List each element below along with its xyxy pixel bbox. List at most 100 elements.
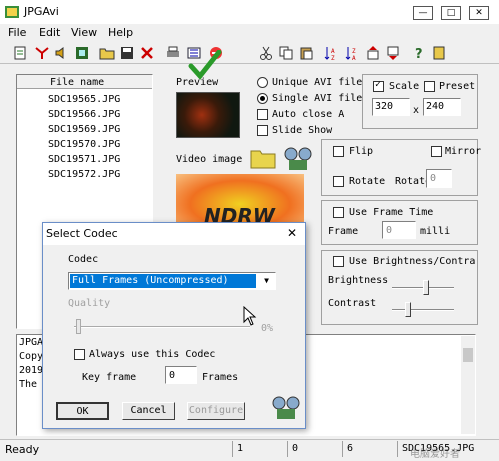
move-up-icon[interactable] (365, 45, 381, 61)
rotate-label: Rotate (349, 176, 386, 187)
log-line: Copy (19, 351, 44, 362)
brightness-group-label: Use Brightness/Contra (349, 256, 476, 267)
file-list-item[interactable]: SDC19569.JPG (48, 124, 148, 139)
film-icon[interactable] (74, 45, 90, 61)
move-down-icon[interactable] (385, 45, 401, 61)
status-value-3: 6 (347, 443, 354, 454)
rotate-checkbox[interactable] (333, 176, 344, 187)
dialog-close-button[interactable]: ✕ (287, 226, 297, 240)
folder-icon[interactable] (250, 147, 276, 169)
frame-time-label: Use Frame Time (349, 207, 434, 218)
scissors-icon[interactable] (258, 45, 274, 61)
svg-text:Z: Z (352, 48, 356, 55)
quality-slider-thumb[interactable] (76, 319, 81, 334)
log-scrollbar-thumb[interactable] (463, 348, 473, 362)
scale-checkbox[interactable]: ✓ (373, 79, 384, 92)
keyframe-input[interactable]: 0 (165, 366, 197, 384)
slide-show-checkbox[interactable] (257, 125, 268, 136)
select-codec-dialog: Select Codec ✕ Codec Full Frames (Uncomp… (42, 222, 306, 429)
print-icon[interactable] (165, 45, 181, 61)
file-list-item[interactable]: SDC19565.JPG (48, 94, 148, 109)
flip-checkbox[interactable] (333, 146, 344, 157)
single-avi-radio[interactable] (257, 93, 268, 104)
mirror-label: Mirror (445, 146, 482, 157)
auto-close-label: Auto close A (272, 109, 345, 120)
cut-marker-icon[interactable] (34, 45, 50, 61)
codec-selected-value[interactable]: Full Frames (Uncompressed) (70, 274, 256, 288)
save-icon[interactable] (119, 45, 135, 61)
chevron-down-icon[interactable]: ▼ (259, 274, 274, 288)
brightness-slider-thumb[interactable] (423, 280, 429, 295)
unique-avi-radio[interactable] (257, 77, 268, 88)
always-use-label: Always use this Codec (89, 349, 216, 360)
scale-height-input[interactable]: 240 (423, 98, 461, 116)
window-title: JPGAvi (24, 5, 59, 18)
unique-avi-label: Unique AVI file (272, 77, 363, 88)
app-icon (5, 6, 19, 18)
close-button[interactable]: ✕ (469, 6, 489, 20)
column-header-filename[interactable]: File name (50, 77, 104, 88)
open-folder-icon[interactable] (99, 45, 115, 61)
minimize-button[interactable]: — (413, 6, 433, 20)
dialog-title: Select Codec (46, 227, 118, 240)
scale-label: Scale (389, 81, 420, 92)
maximize-button[interactable]: □ (441, 6, 461, 20)
contrast-slider-track[interactable] (392, 309, 454, 311)
configure-button[interactable]: Configure (187, 402, 245, 420)
flip-label: Flip (349, 146, 374, 157)
single-avi-label: Single AVI file (272, 93, 363, 104)
menu-file[interactable]: File (8, 26, 26, 39)
frame-time-unit: milli (420, 226, 451, 237)
codec-select[interactable]: Full Frames (Uncompressed) ▼ (68, 272, 276, 290)
frame-time-input[interactable]: 0 (382, 221, 416, 239)
always-use-checkbox[interactable] (74, 349, 85, 360)
auto-close-checkbox[interactable] (257, 109, 268, 120)
cancel-button[interactable]: Cancel (122, 402, 175, 420)
new-icon[interactable] (12, 45, 28, 61)
status-text: Ready (5, 443, 40, 456)
sort-asc-icon[interactable]: AZ (323, 45, 339, 61)
status-value-2: 0 (292, 443, 299, 454)
copy-icon[interactable] (278, 45, 294, 61)
paste-icon[interactable] (298, 45, 314, 61)
quality-value: 0% (261, 323, 274, 334)
quality-slider-track[interactable] (74, 326, 250, 328)
speaker-icon[interactable] (54, 45, 70, 61)
file-list-item[interactable]: SDC19572.JPG (48, 169, 148, 184)
help-icon[interactable]: ? (411, 45, 427, 61)
sort-desc-icon[interactable]: ZA (344, 45, 360, 61)
watermark: 电脑爱好者 (410, 449, 460, 460)
checkmark-icon (188, 50, 222, 80)
file-list-item[interactable]: SDC19570.JPG (48, 139, 148, 154)
svg-text:A: A (352, 55, 356, 61)
preset-checkbox[interactable] (424, 81, 435, 92)
svg-text:Z: Z (331, 55, 335, 61)
menu-view[interactable]: View (71, 26, 97, 39)
svg-text:?: ? (415, 47, 423, 61)
file-list-item[interactable]: SDC19566.JPG (48, 109, 148, 124)
scale-x-label: x (413, 105, 420, 116)
status-cell-2: 0 (287, 441, 341, 457)
status-cell-3: 6 (342, 441, 396, 457)
mirror-checkbox[interactable] (431, 146, 442, 157)
delete-icon[interactable] (139, 45, 155, 61)
file-list-item[interactable]: SDC19571.JPG (48, 154, 148, 169)
about-icon[interactable] (431, 45, 447, 61)
preview-label: Preview (176, 77, 219, 88)
ok-button[interactable]: OK (56, 402, 109, 420)
menu-edit[interactable]: Edit (39, 26, 60, 39)
brightness-checkbox[interactable] (333, 256, 344, 267)
preview-thumbnail (176, 92, 240, 138)
video-image-label: Video image (176, 154, 243, 165)
quality-label: Quality (68, 298, 111, 309)
codec-label: Codec (68, 254, 99, 265)
rotate-angle-input[interactable]: 0 (426, 169, 452, 188)
frame-time-checkbox[interactable] (333, 207, 344, 218)
contrast-slider-thumb[interactable] (405, 302, 411, 317)
svg-text:A: A (331, 48, 335, 55)
slide-show-label: Slide Show (272, 125, 333, 136)
keyframe-label: Key frame (82, 372, 137, 383)
menu-help[interactable]: Help (108, 26, 133, 39)
scale-width-input[interactable]: 320 (372, 98, 410, 116)
contrast-label: Contrast (328, 298, 377, 309)
